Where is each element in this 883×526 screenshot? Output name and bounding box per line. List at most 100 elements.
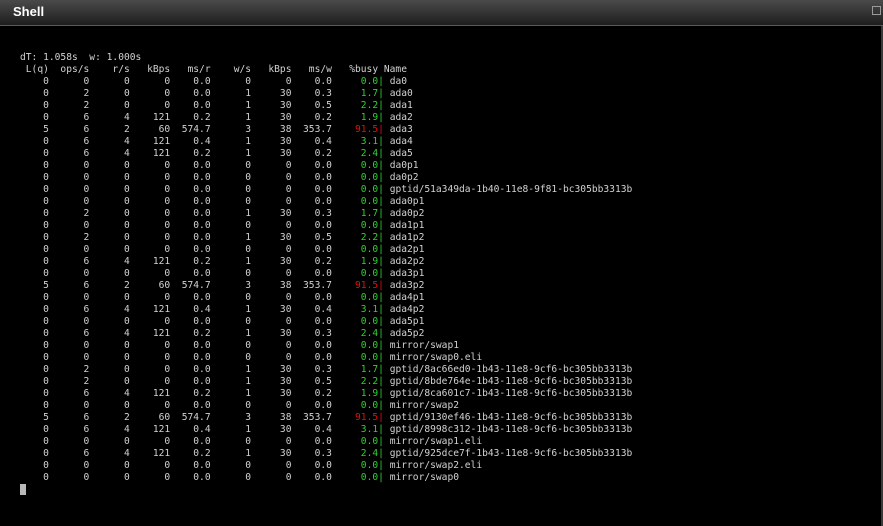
row-separator: |	[378, 280, 390, 291]
window-titlebar[interactable]: Shell	[0, 0, 883, 26]
row-pad	[332, 172, 361, 183]
row-busy: 0.0	[360, 400, 379, 411]
row-busy: 0.0	[360, 268, 379, 279]
row-pad	[332, 328, 361, 339]
gstat-row: 0 0 0 0 0.0 0 0 0.0 0.0| ada5p1	[20, 316, 632, 328]
row-pad	[332, 208, 361, 219]
gstat-row: 0 0 0 0 0.0 0 0 0.0 0.0| mirror/swap2.el…	[20, 460, 632, 472]
row-device-name: ada5p2	[389, 328, 425, 339]
row-pad	[332, 388, 361, 399]
row-pad	[332, 472, 361, 483]
gstat-row: 0 2 0 0 0.0 1 30 0.5 2.2| gptid/8bde764e…	[20, 376, 632, 388]
row-pad	[332, 316, 361, 327]
row-pad	[332, 436, 361, 447]
gstat-header: L(q) ops/s r/s kBps ms/r w/s kBps ms/w %…	[20, 64, 407, 75]
row-busy: 0.0	[360, 244, 379, 255]
row-device-name: ada2	[389, 112, 413, 123]
gstat-row: 0 6 4 121 0.4 1 30 0.4 3.1| ada4	[20, 136, 632, 148]
terminal[interactable]: dT: 1.058s w: 1.000s L(q) ops/s r/s kBps…	[0, 26, 883, 526]
row-separator: |	[378, 364, 390, 375]
row-stats: 0 0 0 0 0.0 0 0 0.0	[20, 340, 332, 351]
row-pad	[332, 376, 361, 387]
row-separator: |	[378, 424, 390, 435]
row-stats: 0 0 0 0 0.0 0 0 0.0	[20, 244, 332, 255]
row-pad	[332, 460, 361, 471]
row-stats: 0 0 0 0 0.0 0 0 0.0	[20, 436, 332, 447]
row-busy: 1.7	[360, 208, 379, 219]
row-separator: |	[378, 376, 390, 387]
row-device-name: gptid/8bde764e-1b43-11e8-9cf6-bc305bb331…	[389, 376, 633, 387]
gstat-row: 5 6 2 60 574.7 3 38 353.7 91.5| ada3	[20, 124, 632, 136]
row-stats: 0 6 4 121 0.2 1 30 0.3	[20, 328, 332, 339]
row-busy: 2.4	[360, 448, 379, 459]
row-pad	[332, 352, 361, 363]
row-pad	[332, 232, 361, 243]
row-pad	[332, 280, 355, 291]
gstat-row: 0 6 4 121 0.4 1 30 0.4 3.1| gptid/8998c3…	[20, 424, 632, 436]
row-device-name: mirror/swap0.eli	[389, 352, 483, 363]
row-separator: |	[378, 316, 390, 327]
prompt-line	[20, 484, 632, 496]
gstat-summary: dT: 1.058s w: 1.000s	[20, 52, 142, 63]
row-stats: 0 2 0 0 0.0 1 30 0.3	[20, 88, 332, 99]
row-separator: |	[378, 124, 390, 135]
row-device-name: gptid/8ac66ed0-1b43-11e8-9cf6-bc305bb331…	[389, 364, 633, 375]
gstat-row: 5 6 2 60 574.7 3 38 353.7 91.5| gptid/91…	[20, 412, 632, 424]
row-separator: |	[378, 184, 390, 195]
row-stats: 0 0 0 0 0.0 0 0 0.0	[20, 184, 332, 195]
row-pad	[332, 112, 361, 123]
row-busy: 0.0	[360, 160, 379, 171]
row-busy: 2.2	[360, 376, 379, 387]
gstat-row: 0 0 0 0 0.0 0 0 0.0 0.0| ada4p1	[20, 292, 632, 304]
row-device-name: ada1	[389, 100, 413, 111]
gstat-row: 0 6 4 121 0.2 1 30 0.2 1.9| ada2	[20, 112, 632, 124]
gstat-row: 0 6 4 121 0.2 1 30 0.2 1.9| gptid/8ca601…	[20, 388, 632, 400]
row-device-name: gptid/925dce7f-1b43-11e8-9cf6-bc305bb331…	[389, 448, 633, 459]
row-separator: |	[378, 304, 390, 315]
row-pad	[332, 364, 361, 375]
gstat-row: 0 6 4 121 0.2 1 30 0.3 2.4| ada5p2	[20, 328, 632, 340]
row-pad	[332, 184, 361, 195]
row-device-name: ada2p2	[389, 256, 425, 267]
row-device-name: ada0p2	[389, 208, 425, 219]
row-separator: |	[378, 292, 390, 303]
row-stats: 0 0 0 0 0.0 0 0 0.0	[20, 268, 332, 279]
row-device-name: ada1p2	[389, 232, 425, 243]
row-stats: 0 6 4 121 0.4 1 30 0.4	[20, 304, 332, 315]
gstat-row: 0 2 0 0 0.0 1 30 0.3 1.7| ada0	[20, 88, 632, 100]
row-pad	[332, 268, 361, 279]
row-stats: 0 6 4 121 0.2 1 30 0.2	[20, 112, 332, 123]
row-separator: |	[378, 460, 390, 471]
row-separator: |	[378, 196, 390, 207]
row-busy: 91.5	[355, 412, 379, 423]
row-stats: 0 0 0 0 0.0 0 0 0.0	[20, 316, 332, 327]
row-busy: 2.4	[360, 148, 379, 159]
row-device-name: gptid/8ca601c7-1b43-11e8-9cf6-bc305bb331…	[389, 388, 633, 399]
row-pad	[332, 160, 361, 171]
row-busy: 0.0	[360, 184, 379, 195]
row-device-name: ada2p1	[389, 244, 425, 255]
resize-icon[interactable]	[872, 6, 881, 15]
row-busy: 0.0	[360, 220, 379, 231]
gstat-row: 0 6 4 121 0.2 1 30 0.2 1.9| ada2p2	[20, 256, 632, 268]
row-stats: 0 2 0 0 0.0 1 30 0.5	[20, 100, 332, 111]
row-stats: 5 6 2 60 574.7 3 38 353.7	[20, 124, 332, 135]
row-stats: 0 6 4 121 0.2 1 30 0.2	[20, 388, 332, 399]
row-device-name: ada4p1	[389, 292, 425, 303]
row-device-name: da0p1	[389, 160, 419, 171]
row-separator: |	[378, 472, 390, 483]
gstat-row: 0 0 0 0 0.0 0 0 0.0 0.0| mirror/swap2	[20, 400, 632, 412]
gstat-row: 0 0 0 0 0.0 0 0 0.0 0.0| ada2p1	[20, 244, 632, 256]
gstat-row: 0 2 0 0 0.0 1 30 0.3 1.7| gptid/8ac66ed0…	[20, 364, 632, 376]
row-pad	[332, 220, 361, 231]
row-busy: 0.0	[360, 340, 379, 351]
gstat-row: 0 6 4 121 0.2 1 30 0.2 2.4| ada5	[20, 148, 632, 160]
row-stats: 0 6 4 121 0.4 1 30 0.4	[20, 136, 332, 147]
row-busy: 1.9	[360, 256, 379, 267]
row-stats: 5 6 2 60 574.7 3 38 353.7	[20, 280, 332, 291]
row-stats: 0 0 0 0 0.0 0 0 0.0	[20, 460, 332, 471]
row-busy: 3.1	[360, 304, 379, 315]
row-busy: 2.4	[360, 328, 379, 339]
gstat-row: 0 0 0 0 0.0 0 0 0.0 0.0| mirror/swap0.el…	[20, 352, 632, 364]
row-device-name: ada4	[389, 136, 413, 147]
